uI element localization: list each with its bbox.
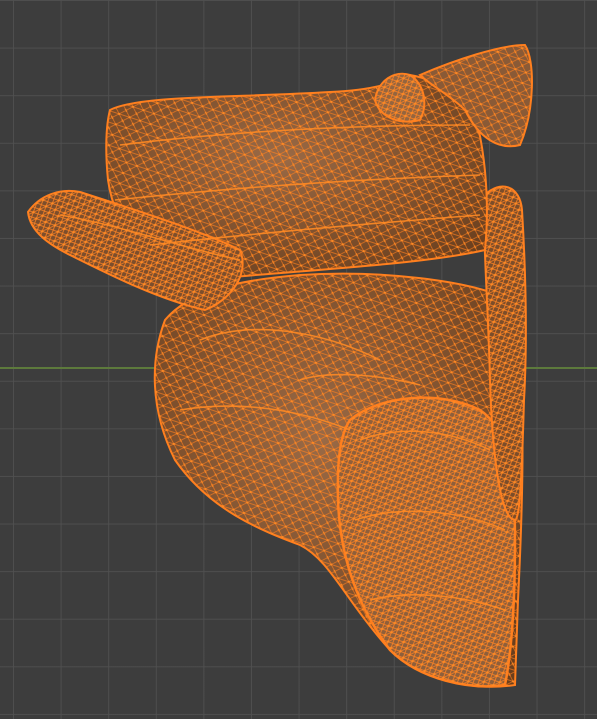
mesh-right-lobe: [336, 396, 517, 688]
selected-mesh-object[interactable]: [0, 0, 597, 719]
3d-viewport[interactable]: [0, 0, 597, 719]
